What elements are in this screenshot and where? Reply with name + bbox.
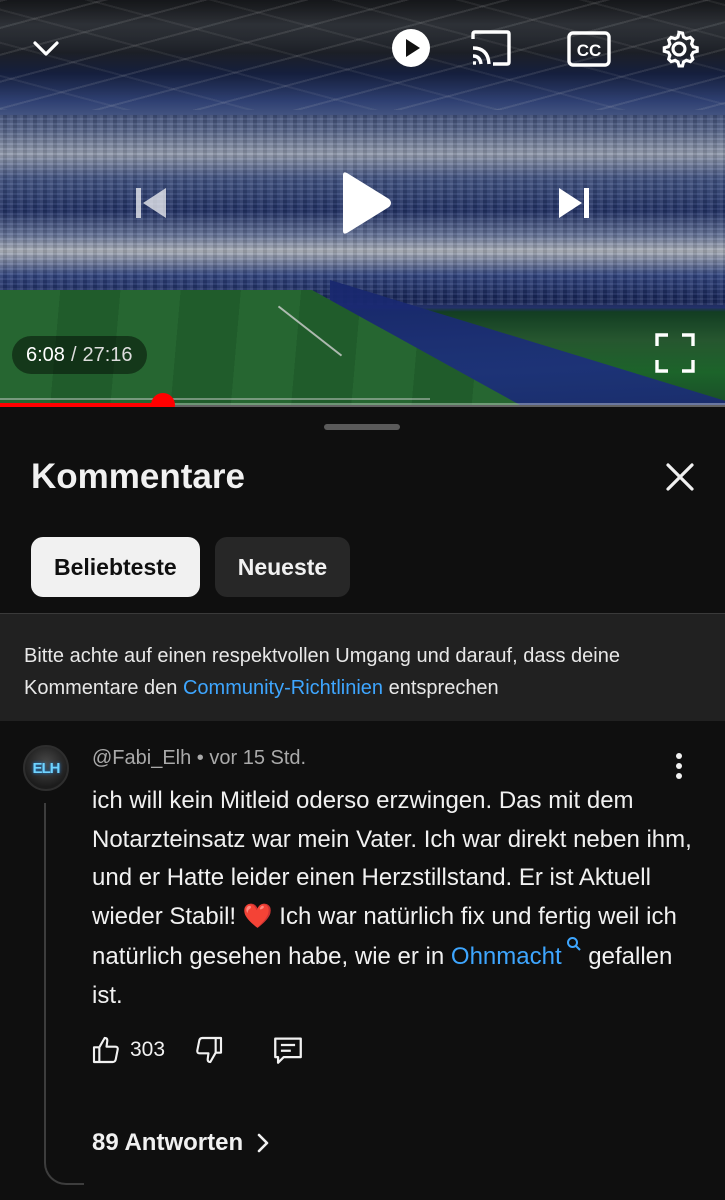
- chevron-down-icon[interactable]: [26, 28, 66, 68]
- avatar[interactable]: ELH: [23, 745, 69, 791]
- meta-separator: •: [191, 747, 210, 769]
- reply-comment-icon: [274, 1037, 302, 1064]
- reply-button[interactable]: [271, 1033, 305, 1067]
- chevron-right-icon: [257, 1133, 269, 1153]
- previous-icon[interactable]: [128, 183, 172, 223]
- heart-emoji: ❤️: [242, 902, 273, 930]
- community-guidelines-link[interactable]: Community-Richtlinien: [183, 677, 383, 699]
- duration: 27:16: [82, 343, 133, 366]
- thread-line: [44, 803, 84, 1185]
- sort-chips: Beliebteste Neueste: [31, 537, 351, 597]
- search-link-ohnmacht[interactable]: Ohnmacht: [450, 937, 582, 970]
- thumbs-up-icon: [92, 1036, 119, 1064]
- thumbs-down-icon: [196, 1036, 223, 1064]
- community-notice: Bitte achte auf einen respektvollen Umga…: [0, 613, 725, 721]
- close-button[interactable]: [660, 457, 700, 497]
- comment-time: vor 15 Std.: [209, 747, 307, 769]
- sort-chip-newest[interactable]: Neueste: [214, 537, 351, 597]
- replies-button[interactable]: 89 Antworten: [92, 1129, 271, 1157]
- search-icon: [566, 937, 581, 951]
- cast-icon[interactable]: [468, 27, 514, 69]
- comments-sheet: Kommentare Beliebteste Neueste Bitte ach…: [0, 407, 725, 1200]
- dislike-button[interactable]: [193, 1034, 225, 1066]
- sheet-title: Kommentare: [31, 457, 245, 496]
- comment-actions: 303: [90, 1033, 305, 1067]
- drag-handle[interactable]: [324, 424, 400, 430]
- time-display: 6:08 / 27:16: [12, 336, 147, 374]
- time-separator: /: [70, 343, 77, 366]
- search-link-label: Ohnmacht: [450, 943, 562, 970]
- notice-text-end: entsprechen: [383, 677, 499, 699]
- sort-chip-popular[interactable]: Beliebteste: [31, 537, 200, 597]
- svg-text:CC: CC: [577, 41, 602, 60]
- like-count: 303: [130, 1038, 166, 1061]
- comment-meta: @Fabi_Elh • vor 15 Std.: [92, 747, 306, 770]
- comment-author[interactable]: @Fabi_Elh: [92, 747, 191, 769]
- avatar-logo: ELH: [32, 759, 61, 777]
- play-icon[interactable]: [330, 170, 396, 236]
- captions-icon[interactable]: CC: [566, 29, 612, 69]
- fullscreen-icon[interactable]: [652, 330, 698, 376]
- more-options-button[interactable]: [664, 751, 694, 781]
- current-time: 6:08: [26, 343, 65, 366]
- next-icon[interactable]: [553, 183, 597, 223]
- autoplay-play-icon[interactable]: [389, 26, 433, 70]
- close-icon: [666, 463, 694, 491]
- more-vert-icon: [676, 753, 682, 779]
- settings-icon[interactable]: [656, 26, 702, 72]
- replies-label: 89 Antworten: [92, 1129, 244, 1156]
- video-player[interactable]: CC 6:08 / 27:16: [0, 0, 725, 405]
- comment-text: ich will kein Mitleid oderso erzwingen. …: [92, 782, 692, 1015]
- like-button[interactable]: 303: [90, 1034, 165, 1066]
